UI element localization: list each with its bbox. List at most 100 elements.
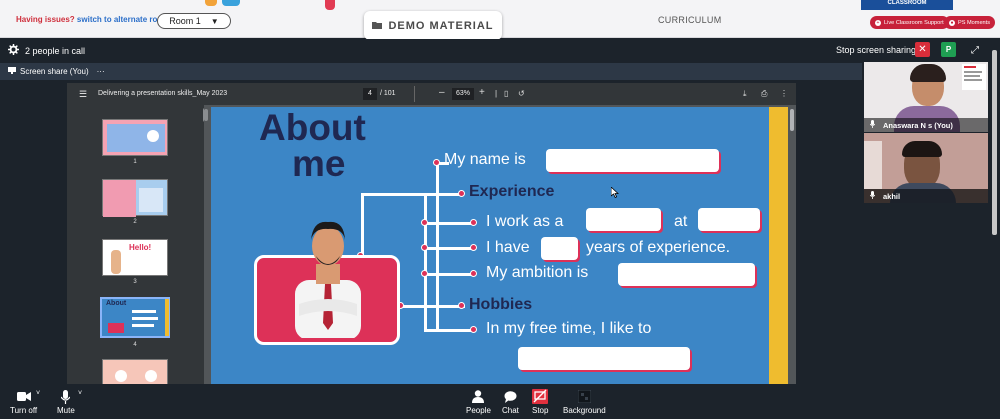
company-field-box (698, 208, 760, 231)
pdf-toolbar: ☰ Delivering a presentation skills_May 2… (67, 83, 796, 105)
pdf-scrollbar[interactable] (790, 109, 794, 131)
moments-icon: ● (949, 19, 955, 26)
thumb-content (165, 299, 169, 336)
thumbnail-2[interactable] (102, 179, 168, 217)
thumb-number-3: 3 (133, 279, 137, 285)
pdf-title: Delivering a presentation skills_May 202… (98, 90, 228, 97)
background-poster (962, 64, 986, 90)
thumbnail-3[interactable]: Hello! (102, 239, 168, 276)
background-icon (577, 389, 591, 404)
connector-line (424, 273, 474, 276)
demo-material-button[interactable]: DEMO MATERIAL (364, 11, 502, 40)
screen-share-header: Screen share (You) ··· (0, 63, 862, 80)
connector-node (421, 270, 428, 277)
thumb-number-1: 1 (133, 159, 137, 165)
stop-share-icon (532, 389, 549, 404)
download-icon[interactable]: ⤓ (743, 89, 747, 99)
mute-button[interactable]: Mute (57, 389, 75, 415)
toolbar-divider-2: | (495, 89, 498, 98)
mic-icon (869, 191, 876, 201)
thumb-content (115, 370, 127, 382)
ps-moments-button[interactable]: ● PS Moments (944, 16, 996, 29)
poster-line (964, 66, 976, 68)
turn-off-camera-button[interactable]: Turn off (10, 389, 37, 415)
turn-off-label: Turn off (10, 406, 38, 415)
mic-options-chevron-icon[interactable]: ˅ (78, 390, 82, 397)
slide-title-me: me (292, 143, 346, 184)
connector-node (421, 219, 428, 226)
participant-name-akhil: akhil (883, 191, 901, 201)
screen-share-label: Screen share (You) ··· (8, 67, 105, 76)
room-select[interactable]: Room 1 ▼ (157, 13, 231, 29)
chat-button[interactable]: Chat (502, 389, 519, 415)
connector-line (361, 193, 461, 196)
demo-material-label: DEMO MATERIAL (388, 19, 494, 32)
thumb-about: About (106, 300, 127, 307)
alternate-room-link[interactable]: switch to alternate room (77, 15, 169, 24)
toolbar-divider (414, 86, 415, 102)
thumbnail-panel: 1 2 Hello! 3 About 4 (67, 105, 204, 384)
person-icon (472, 389, 485, 404)
call-bar: 2 people in call Stop screen sharing ✕ P… (0, 39, 1000, 61)
close-icon: ✕ (918, 44, 927, 55)
mute-label: Mute (57, 406, 75, 415)
slide-about-me: About me My name is Experience I work as… (211, 107, 788, 384)
people-button[interactable]: People (466, 389, 491, 415)
people-count: 2 people in call (8, 44, 85, 57)
participant-hair (902, 141, 942, 157)
mic-icon (61, 389, 71, 404)
menu-icon[interactable]: ☰ (79, 89, 87, 100)
print-icon[interactable]: ⎙ (761, 89, 767, 99)
stop-sharing-button[interactable]: ✕ (915, 42, 930, 57)
slide-have-suffix: years of experience. (586, 239, 731, 256)
bottom-bar: Turn off ˅ Mute ˅ People Chat Stop Backg… (0, 385, 1000, 419)
connector-line (424, 195, 427, 331)
fit-page-icon[interactable]: ▯ (504, 89, 508, 98)
connector-line (424, 329, 474, 332)
thumb-hello: Hello! (129, 243, 152, 252)
zoom-input[interactable]: 63% (452, 88, 474, 100)
camera-options-chevron-icon[interactable]: ˅ (36, 390, 40, 397)
video-tile-self[interactable]: Anaswara N s (You) (864, 62, 988, 132)
room-window (864, 141, 882, 189)
chat-bubble-icon (504, 389, 517, 404)
thumbnail-4[interactable]: About (100, 297, 170, 338)
decor-stripe (325, 0, 335, 10)
p-button[interactable]: P (941, 42, 956, 57)
monitor-icon (8, 67, 16, 76)
ambition-field-box (618, 263, 755, 286)
name-field-box (546, 149, 719, 172)
live-support-button[interactable]: + Live Classroom Support (870, 16, 949, 29)
thumb-content (103, 180, 136, 217)
folder-icon (372, 20, 383, 32)
thumb-content (145, 370, 157, 382)
zoom-out-icon[interactable]: – (439, 87, 445, 98)
thumb-content (132, 324, 154, 327)
connector-node (470, 219, 477, 226)
thumbnail-1[interactable] (102, 119, 168, 156)
expand-icon[interactable]: ⤢ (968, 43, 982, 57)
stop-share-button[interactable]: Stop (532, 389, 548, 415)
background-button[interactable]: Background (563, 389, 606, 415)
more-vert-icon[interactable]: ⋮ (780, 89, 788, 98)
rotate-icon[interactable]: ↺ (518, 89, 525, 98)
connector-node (421, 244, 428, 251)
video-tile-akhil[interactable]: akhil (864, 133, 988, 203)
stop-sharing-label: Stop screen sharing (836, 45, 917, 55)
curriculum-link[interactable]: CURRICULUM (658, 15, 722, 25)
thumbs-scroll-thumb[interactable] (204, 109, 208, 121)
connector-line (424, 247, 474, 250)
people-label: People (466, 406, 491, 415)
page-total: / 101 (380, 90, 396, 97)
page-number-input[interactable]: 4 (363, 88, 377, 100)
poster-line (964, 79, 982, 81)
gear-icon[interactable] (8, 44, 19, 57)
top-bar: Having issues? switch to alternate room … (0, 0, 1000, 40)
camera-icon (16, 389, 31, 404)
zoom-in-icon[interactable]: + (479, 87, 485, 98)
more-icon[interactable]: ··· (97, 67, 105, 76)
thumbnail-5[interactable] (102, 359, 168, 384)
video-scrollbar[interactable] (992, 50, 997, 235)
ps-moments-label: PS Moments (958, 19, 991, 26)
slide-name-prefix: My name is (444, 151, 526, 168)
